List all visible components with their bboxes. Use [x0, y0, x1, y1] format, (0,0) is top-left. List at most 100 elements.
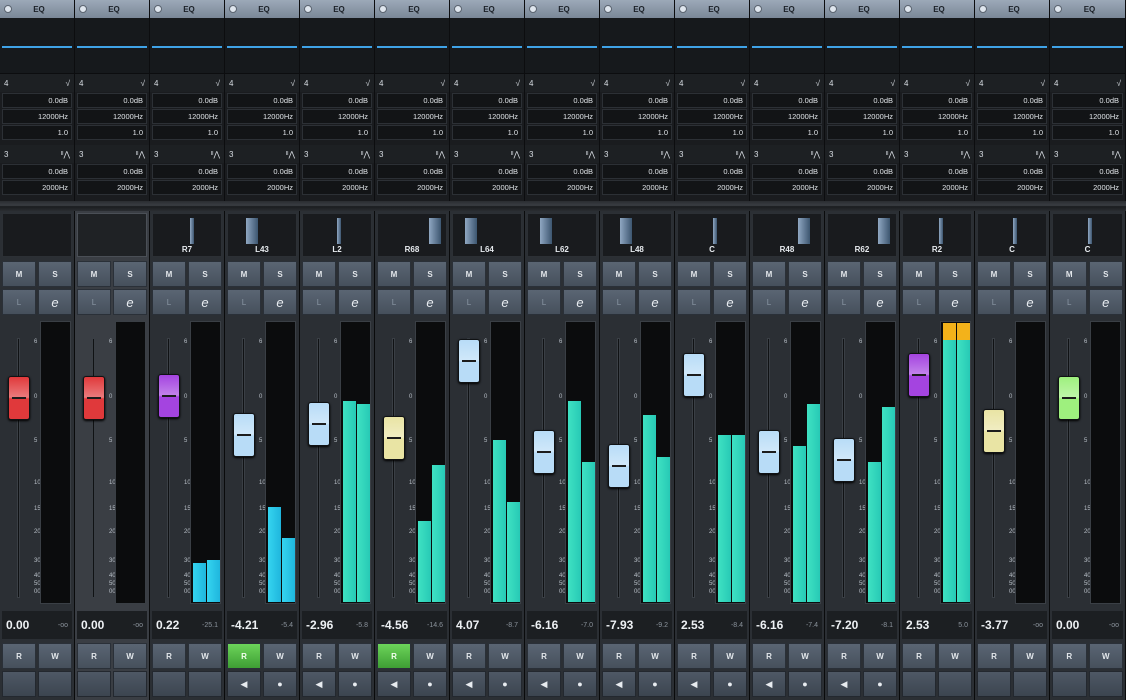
highshelf-icon[interactable]: √	[141, 79, 145, 88]
write-automation-button[interactable]: W	[338, 643, 372, 669]
eq-band-3-gain[interactable]: 0.0dB	[602, 164, 672, 179]
edit-button[interactable]: e	[788, 289, 822, 315]
volume-value[interactable]: -4.21	[231, 618, 258, 632]
edit-button[interactable]: e	[488, 289, 522, 315]
peak-filter-icon[interactable]: ᴵᴵ⋀	[361, 150, 370, 159]
volume-value[interactable]: -4.56	[381, 618, 408, 632]
record-enable-icon[interactable]: ●	[413, 671, 447, 697]
edit-button[interactable]: e	[713, 289, 747, 315]
solo-button[interactable]: S	[38, 261, 72, 287]
eq-header[interactable]: EQ	[975, 0, 1049, 18]
write-automation-button[interactable]: W	[563, 643, 597, 669]
peak-filter-icon[interactable]: ᴵᴵ⋀	[61, 150, 70, 159]
eq-band-3-freq[interactable]: 2000Hz	[902, 180, 972, 195]
highshelf-icon[interactable]: √	[966, 79, 970, 88]
mute-button[interactable]: M	[602, 261, 636, 287]
solo-button[interactable]: S	[788, 261, 822, 287]
eq-band-4-gain[interactable]: 0.0dB	[302, 93, 372, 108]
peak-value[interactable]: -5.8	[356, 622, 368, 629]
eq-band-4-freq[interactable]: 12000Hz	[302, 109, 372, 124]
clip-indicator[interactable]	[943, 323, 956, 340]
peak-filter-icon[interactable]: ᴵᴵ⋀	[661, 150, 670, 159]
peak-value[interactable]: -8.7	[506, 622, 518, 629]
eq-band-3-freq[interactable]: 2000Hz	[752, 180, 822, 195]
eq-band-3-gain[interactable]: 0.0dB	[527, 164, 597, 179]
eq-band-3-freq[interactable]: 2000Hz	[452, 180, 522, 195]
eq-header[interactable]: EQ	[0, 0, 74, 18]
fader-handle[interactable]	[908, 352, 930, 397]
eq-power-led[interactable]	[229, 5, 237, 13]
eq-curve-display[interactable]	[225, 18, 299, 74]
eq-band-4-q[interactable]: 1.0	[152, 125, 222, 140]
eq-header[interactable]: EQ	[1050, 0, 1125, 18]
solo-button[interactable]: S	[338, 261, 372, 287]
eq-band-4-freq[interactable]: 12000Hz	[602, 109, 672, 124]
highshelf-icon[interactable]: √	[441, 79, 445, 88]
edit-button[interactable]: e	[188, 289, 222, 315]
mute-button[interactable]: M	[527, 261, 561, 287]
eq-band-4-q[interactable]: 1.0	[902, 125, 972, 140]
peak-filter-icon[interactable]: ᴵᴵ⋀	[136, 150, 145, 159]
peak-value[interactable]: -5.4	[281, 622, 293, 629]
edit-button[interactable]: e	[38, 289, 72, 315]
solo-button[interactable]: S	[1013, 261, 1047, 287]
monitor-icon[interactable]: ◀	[752, 671, 786, 697]
eq-header[interactable]: EQ	[375, 0, 449, 18]
eq-power-led[interactable]	[79, 5, 87, 13]
eq-power-led[interactable]	[1054, 5, 1062, 13]
eq-band-3-freq[interactable]: 2000Hz	[77, 180, 147, 195]
mute-button[interactable]: M	[677, 261, 711, 287]
eq-header[interactable]: EQ	[600, 0, 674, 18]
clip-indicator[interactable]	[957, 323, 970, 340]
channel-strip[interactable]: L43 M S Le 6 0 5 10 15 20 30 40 50 00 -4.21 -5.4 R W ◀ ●	[225, 211, 300, 700]
peak-value[interactable]: -oo	[58, 622, 68, 629]
edit-button[interactable]: e	[1013, 289, 1047, 315]
mute-button[interactable]: M	[77, 261, 111, 287]
channel-strip[interactable]: M S Le 6 0 5 10 15 20 30 40 50 00 0.00 -oo R W	[0, 211, 75, 700]
channel-strip[interactable]: R68 M S Le 6 0 5 10 15 20 30 40 50 00 -4.56 -14.6 R W ◀ ●	[375, 211, 450, 700]
mute-button[interactable]: M	[452, 261, 486, 287]
monitor-icon[interactable]: ◀	[227, 671, 261, 697]
monitor-icon[interactable]: ◀	[827, 671, 861, 697]
eq-band-4-q[interactable]: 1.0	[527, 125, 597, 140]
mute-button[interactable]: M	[827, 261, 861, 287]
eq-band-3-gain[interactable]: 0.0dB	[977, 164, 1047, 179]
write-automation-button[interactable]: W	[638, 643, 672, 669]
eq-power-led[interactable]	[829, 5, 837, 13]
eq-band-4-freq[interactable]: 12000Hz	[677, 109, 747, 124]
listen-button[interactable]: L	[302, 289, 336, 315]
listen-button[interactable]: L	[752, 289, 786, 315]
eq-power-led[interactable]	[904, 5, 912, 13]
mute-button[interactable]: M	[902, 261, 936, 287]
peak-filter-icon[interactable]: ᴵᴵ⋀	[586, 150, 595, 159]
channel-strip[interactable]: M S Le 6 0 5 10 15 20 30 40 50 00 0.00 -oo R W	[75, 211, 150, 700]
record-enable-icon[interactable]: ●	[338, 671, 372, 697]
section-divider[interactable]	[0, 201, 1126, 211]
fader-handle[interactable]	[158, 373, 180, 418]
read-automation-button[interactable]: R	[752, 643, 786, 669]
solo-button[interactable]: S	[188, 261, 222, 287]
eq-curve-display[interactable]	[300, 18, 374, 74]
read-automation-button[interactable]: R	[452, 643, 486, 669]
eq-band-4-freq[interactable]: 12000Hz	[752, 109, 822, 124]
peak-value[interactable]: -25.1	[202, 622, 218, 629]
eq-band-3-gain[interactable]: 0.0dB	[677, 164, 747, 179]
monitor-icon[interactable]: ◀	[452, 671, 486, 697]
eq-band-4-freq[interactable]: 12000Hz	[827, 109, 897, 124]
highshelf-icon[interactable]: √	[1041, 79, 1045, 88]
eq-band-4-q[interactable]: 1.0	[602, 125, 672, 140]
eq-band-4-q[interactable]: 1.0	[227, 125, 297, 140]
volume-value[interactable]: -3.77	[981, 618, 1008, 632]
eq-band-4-freq[interactable]: 12000Hz	[527, 109, 597, 124]
eq-band-4-freq[interactable]: 12000Hz	[1052, 109, 1123, 124]
write-automation-button[interactable]: W	[413, 643, 447, 669]
eq-band-4-freq[interactable]: 12000Hz	[227, 109, 297, 124]
fader-handle[interactable]	[533, 429, 555, 474]
read-automation-button[interactable]: R	[602, 643, 636, 669]
peak-value[interactable]: -7.0	[581, 622, 593, 629]
fader-handle[interactable]	[233, 413, 255, 458]
eq-band-4-gain[interactable]: 0.0dB	[452, 93, 522, 108]
peak-value[interactable]: 5.0	[958, 622, 968, 629]
edit-button[interactable]: e	[938, 289, 972, 315]
fader-handle[interactable]	[983, 409, 1005, 454]
